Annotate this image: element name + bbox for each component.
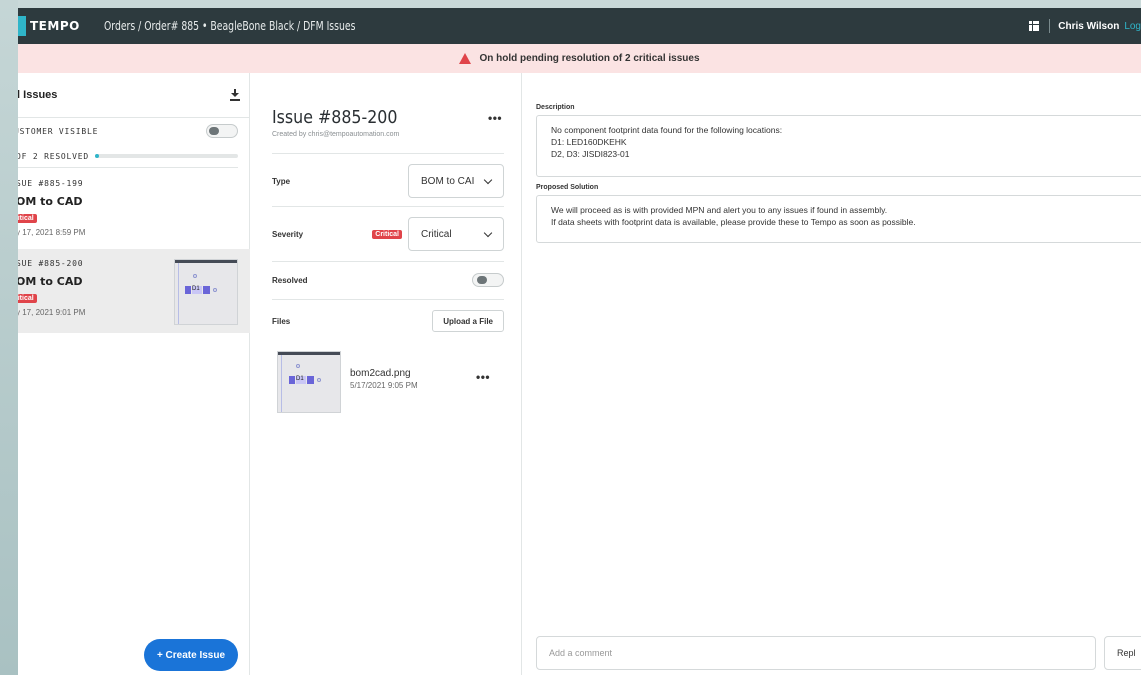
description-panel: Description No component footprint data … <box>522 73 1141 675</box>
description-box[interactable]: No component footprint data found for th… <box>536 115 1141 177</box>
upload-file-button[interactable]: Upload a File <box>432 310 504 332</box>
app-window: TEMPO Orders / Order# 885 • BeagleBone B… <box>18 8 1141 675</box>
thumbnail-label: D1 <box>192 286 202 294</box>
breadcrumb[interactable]: Orders / Order# 885 • BeagleBone Black /… <box>104 19 355 33</box>
header-divider <box>1049 19 1051 33</box>
download-icon[interactable] <box>230 89 240 101</box>
file-thumbnail[interactable]: D1 <box>277 351 341 413</box>
severity-row: Severity Critical Critical <box>272 217 504 251</box>
chevron-down-icon <box>483 175 493 184</box>
logout-link[interactable]: Log <box>1124 21 1141 32</box>
severity-badge: Critical <box>372 229 402 239</box>
user-area: Chris Wilson Log <box>1029 8 1141 44</box>
file-menu-button[interactable]: ••• <box>476 370 490 384</box>
chevron-down-icon <box>483 228 493 237</box>
issue-date: y 17, 2021 8:59 PM <box>18 228 86 237</box>
type-row: Type BOM to CAI <box>272 164 504 198</box>
issue-detail-panel: Issue #885-200 Created by chris@tempoaut… <box>250 73 522 675</box>
divider <box>272 261 504 262</box>
issues-panel-header: ll Issues <box>18 73 250 117</box>
progress-fill <box>95 154 100 158</box>
customer-visible-label: USTOMER VISIBLE <box>18 126 99 136</box>
logo-text: TEMPO <box>30 19 80 33</box>
file-name[interactable]: bom2cad.png <box>350 368 411 379</box>
issue-id: SUE #885-200 <box>18 259 84 268</box>
reply-button[interactable]: Repl <box>1104 636 1141 670</box>
warning-icon <box>459 53 472 64</box>
divider <box>272 153 504 154</box>
tempo-logo-icon <box>18 16 26 36</box>
description-line: D1: LED160DKEHK <box>551 137 627 147</box>
resolved-progress-bar <box>95 154 238 158</box>
thumbnail-label: D1 <box>296 376 306 384</box>
description-line: D2, D3: JISDI823-01 <box>551 149 630 159</box>
type-select[interactable]: BOM to CAI <box>408 164 504 198</box>
issue-title-heading: Issue #885-200 <box>272 107 398 128</box>
created-by: Created by chris@tempoautomation.com <box>272 131 400 138</box>
resolved-count-label: OF 2 RESOLVED <box>18 151 90 161</box>
description-line: No component footprint data found for th… <box>551 125 783 135</box>
type-select-value: BOM to CAI <box>421 175 475 187</box>
description-label: Description <box>536 104 575 111</box>
severity-select[interactable]: Critical <box>408 217 504 251</box>
resolved-toggle[interactable] <box>472 273 504 287</box>
divider <box>272 299 504 300</box>
customer-visible-toggle[interactable] <box>206 124 238 138</box>
severity-label: Severity <box>272 229 304 239</box>
issue-title: OM to CAD <box>18 195 83 208</box>
severity-badge: ritical <box>18 214 37 223</box>
resolved-label: Resolved <box>272 275 308 285</box>
issue-menu-button[interactable]: ••• <box>488 111 502 125</box>
resolved-progress-row: OF 2 RESOLVED <box>18 147 250 165</box>
file-date: 5/17/2021 9:05 PM <box>350 381 418 390</box>
issue-id: SUE #885-199 <box>18 179 84 188</box>
tempo-logo[interactable]: TEMPO <box>18 16 104 36</box>
files-label: Files <box>272 316 291 326</box>
comment-input[interactable]: Add a comment <box>536 636 1096 670</box>
user-name: Chris Wilson <box>1058 20 1120 32</box>
issue-date: y 17, 2021 9:01 PM <box>18 308 86 317</box>
top-bar: TEMPO Orders / Order# 885 • BeagleBone B… <box>18 8 1141 44</box>
resolved-row: Resolved <box>272 273 504 287</box>
solution-line: If data sheets with footprint data is av… <box>551 217 916 227</box>
issues-panel: ll Issues USTOMER VISIBLE OF 2 RESOLVED … <box>18 73 250 675</box>
issues-title: ll Issues <box>18 89 58 101</box>
hold-alert-banner: On hold pending resolution of 2 critical… <box>18 44 1141 73</box>
divider <box>272 206 504 207</box>
files-row: Files Upload a File <box>272 310 504 332</box>
issue-title: OM to CAD <box>18 275 83 288</box>
customer-visible-row: USTOMER VISIBLE <box>18 118 250 144</box>
divider <box>18 167 238 168</box>
issue-card-200[interactable]: SUE #885-200 OM to CAD ritical y 17, 202… <box>18 249 250 333</box>
solution-line: We will proceed as is with provided MPN … <box>551 205 888 215</box>
proposed-solution-box[interactable]: We will proceed as is with provided MPN … <box>536 195 1141 243</box>
type-label: Type <box>272 176 291 186</box>
severity-badge: ritical <box>18 294 37 303</box>
severity-select-value: Critical <box>421 228 452 240</box>
create-issue-button[interactable]: + Create Issue <box>144 639 238 671</box>
alert-message: On hold pending resolution of 2 critical… <box>479 53 700 64</box>
issue-thumbnail: D1 <box>174 259 238 325</box>
proposed-solution-label: Proposed Solution <box>536 184 599 191</box>
severity-controls: Critical Critical <box>372 217 504 251</box>
background-strip <box>0 0 18 675</box>
issue-card-199[interactable]: SUE #885-199 OM to CAD ritical y 17, 202… <box>18 169 250 253</box>
apps-grid-icon[interactable] <box>1029 21 1040 31</box>
